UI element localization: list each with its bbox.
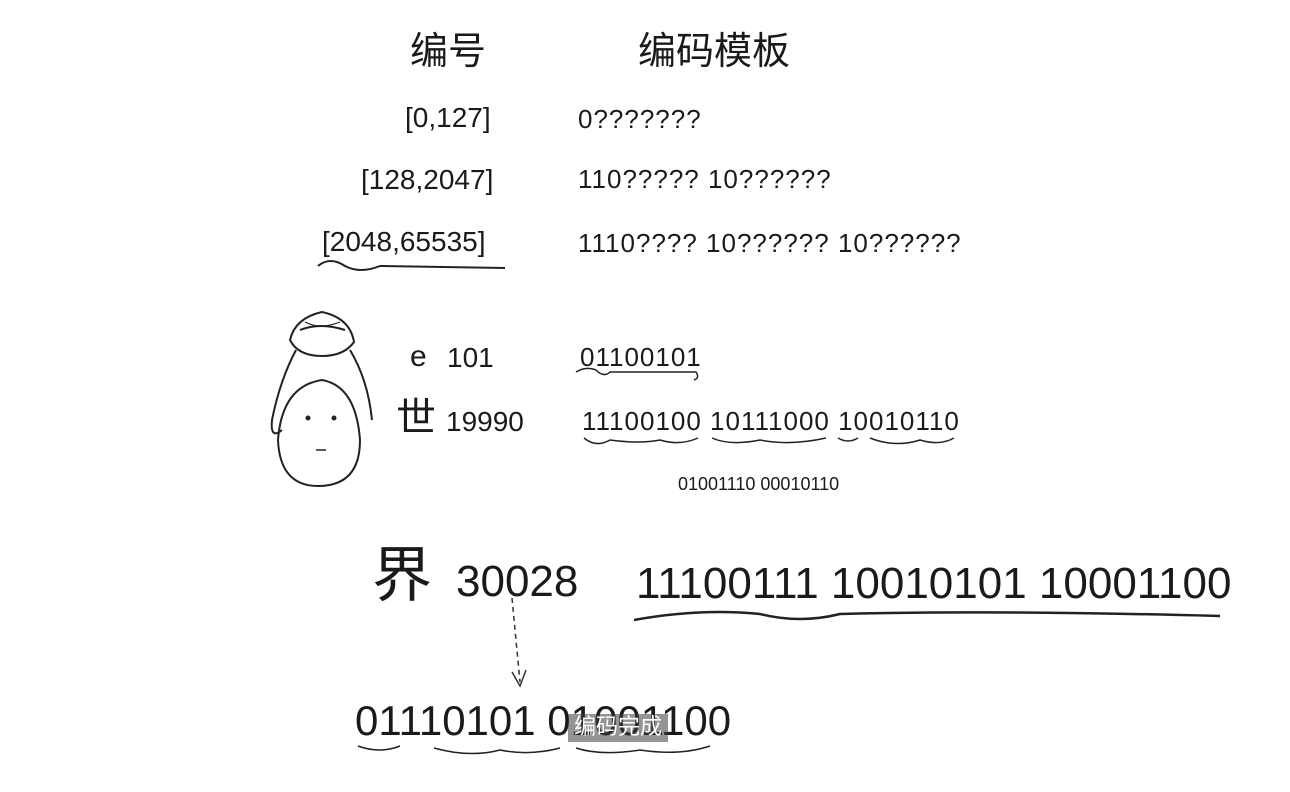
arrow-dashed [511, 597, 521, 683]
jie-brace-2 [433, 747, 561, 755]
jie-brace-1 [357, 745, 401, 751]
shi-brace-3 [837, 437, 859, 442]
e-brace [575, 367, 699, 381]
character-illustration [270, 310, 373, 488]
jie-underline [633, 610, 1221, 622]
shi-brace-4 [869, 437, 955, 445]
range-underline [317, 260, 506, 271]
shi-brace-2 [711, 437, 827, 444]
jie-brace-3 [575, 745, 711, 754]
shi-brace-1 [583, 437, 699, 445]
sketch-strokes [270, 260, 1221, 755]
